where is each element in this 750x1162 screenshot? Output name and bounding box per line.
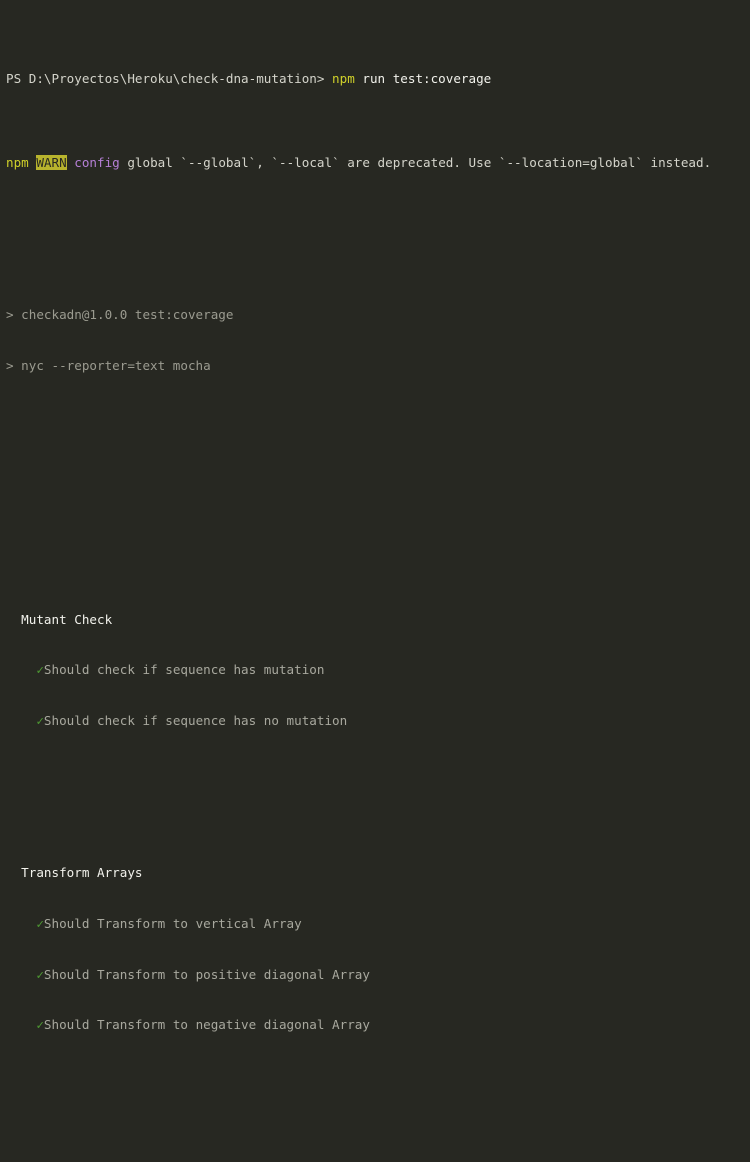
warn-config-word: config: [66, 155, 120, 171]
test-result-row: ✓Should Transform to positive diagonal A…: [0, 967, 750, 984]
script-echo-text: > nyc --reporter=text mocha: [6, 358, 211, 374]
command-name: npm: [332, 70, 355, 86]
check-icon: ✓: [6, 1017, 44, 1033]
npm-warning-line: npm WARN config global `--global`, `--lo…: [0, 155, 750, 172]
check-icon: ✓: [6, 966, 44, 982]
test-result-row: ✓Should check if sequence has no mutatio…: [0, 713, 750, 730]
check-icon: ✓: [6, 713, 44, 729]
npm-label: npm: [6, 155, 37, 171]
script-echo-line-2: > nyc --reporter=text mocha: [0, 358, 750, 375]
warn-message: global `--global`, `--local` are depreca…: [119, 155, 712, 171]
test-name: Should check if sequence has mutation: [43, 662, 325, 678]
suite-title-mutant-check: Mutant Check: [0, 612, 750, 629]
suite-title-text: Mutant Check: [6, 611, 113, 627]
check-icon: ✓: [6, 915, 44, 931]
test-name: Should Transform to vertical Array: [43, 915, 302, 931]
terminal-output[interactable]: PS D:\Proyectos\Heroku\check-dna-mutatio…: [0, 0, 750, 1032]
suite-title-transform-arrays: Transform Arrays: [0, 865, 750, 882]
test-name: Should Transform to positive diagonal Ar…: [43, 966, 370, 982]
prompt-line: PS D:\Proyectos\Heroku\check-dna-mutatio…: [0, 71, 750, 88]
check-icon: ✓: [6, 662, 44, 678]
command-args: run test:coverage: [354, 70, 492, 86]
warn-badge: WARN: [36, 155, 67, 171]
test-result-row: ✓Should Transform to vertical Array: [0, 916, 750, 933]
script-echo-text: > checkadn@1.0.0 test:coverage: [6, 307, 234, 323]
suite-title-text: Transform Arrays: [6, 865, 143, 881]
test-name: Should Transform to negative diagonal Ar…: [43, 1017, 370, 1033]
script-echo-line-1: > checkadn@1.0.0 test:coverage: [0, 307, 750, 324]
test-result-row: ✓Should check if sequence has mutation: [0, 662, 750, 679]
test-name: Should check if sequence has no mutation: [43, 713, 348, 729]
shell-prompt: PS D:\Proyectos\Heroku\check-dna-mutatio…: [6, 70, 333, 86]
test-result-row: ✓Should Transform to negative diagonal A…: [0, 1017, 750, 1034]
